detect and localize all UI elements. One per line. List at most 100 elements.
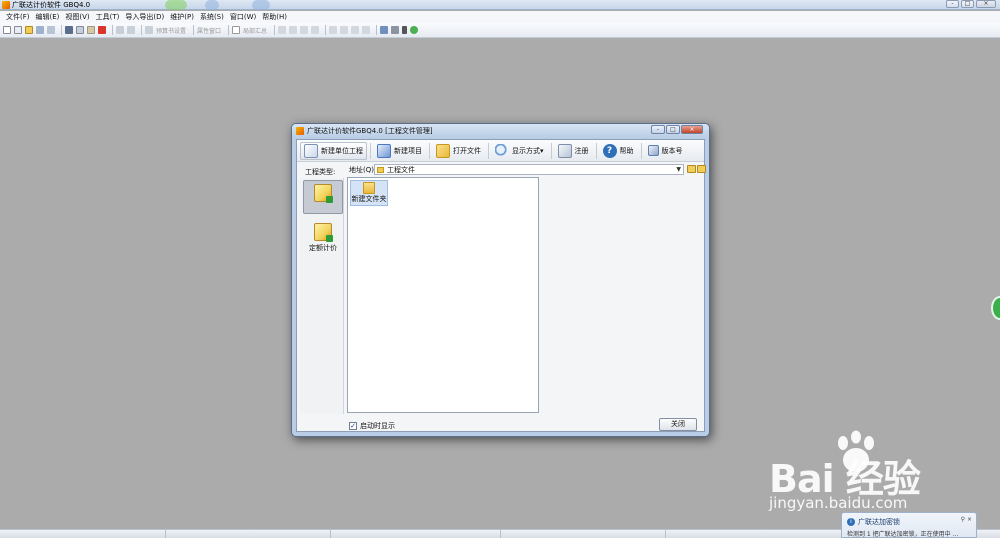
close-button[interactable]: 关闭 [659, 418, 697, 431]
help-icon: ? [602, 143, 617, 158]
dialog-toolbar-divider [429, 142, 430, 159]
open-file-label: 打开文件 [453, 146, 481, 155]
cut-icon[interactable] [65, 26, 73, 34]
dialog-logo-icon [296, 127, 304, 135]
project-type-quota-pricing[interactable]: 定额计价 [303, 220, 343, 254]
arrow-down-icon[interactable] [362, 26, 371, 34]
project-type-bill-pricing[interactable]: 清单计价 [303, 180, 343, 214]
first-icon[interactable] [278, 26, 287, 34]
partial-summary-label[interactable]: 局部汇总 [243, 26, 267, 35]
delete-icon[interactable] [98, 26, 106, 34]
version-icon [647, 145, 659, 156]
open-folder-icon [436, 143, 450, 158]
new-project-icon[interactable] [14, 26, 22, 34]
last-icon[interactable] [311, 26, 320, 34]
maximize-button[interactable]: □ [961, 0, 974, 8]
help-button[interactable]: ? 帮助 [599, 142, 638, 160]
quota-pricing-icon [314, 223, 333, 242]
window-controls: - □ × [946, 0, 996, 8]
dialog-title: 广联达计价软件GBQ4.0 [工程文件管理] [307, 127, 433, 135]
title-decoration [252, 0, 270, 10]
status-divider [500, 530, 501, 538]
next-icon[interactable] [300, 26, 309, 34]
menu-maintain[interactable]: 维护(P) [167, 12, 197, 22]
formula-icon[interactable] [391, 26, 400, 34]
show-on-startup-checkbox[interactable]: ✓ [349, 422, 357, 430]
dialog-toolbar-divider [370, 142, 371, 159]
version-button[interactable]: 版本号 [644, 142, 687, 160]
previous-icon[interactable] [289, 26, 298, 34]
toolbar-divider [376, 25, 378, 35]
menu-file[interactable]: 文件(F) [3, 12, 33, 22]
close-window-button[interactable]: × [976, 0, 996, 8]
pencil-icon [304, 143, 318, 158]
open-folder-icon[interactable] [25, 26, 33, 34]
arrow-up-icon[interactable] [351, 26, 360, 34]
menu-help[interactable]: 帮助(H) [259, 12, 290, 22]
green-ball-icon[interactable] [410, 26, 419, 34]
toolbar-divider [141, 25, 142, 35]
menu-import-export[interactable]: 导入导出(D) [122, 12, 167, 22]
app-title: 广联达计价软件 GBQ4.0 [12, 1, 91, 9]
menu-view[interactable]: 视图(V) [62, 12, 92, 22]
dialog-close-x-button[interactable]: × [681, 125, 703, 134]
dialog-toolbar-divider [640, 142, 642, 159]
new-unit-project-label: 新建单位工程 [321, 146, 363, 155]
dialog-minimize-button[interactable]: - [651, 125, 665, 134]
menu-bar: 文件(F) 编辑(E) 视图(V) 工具(T) 导入导出(D) 维护(P) 系统… [0, 11, 1000, 23]
floating-assistant-icon[interactable] [991, 296, 1000, 320]
report-icon[interactable] [380, 26, 389, 34]
up-folder-icon[interactable] [687, 165, 696, 173]
dialog-toolbar-divider [595, 142, 597, 159]
display-mode-button[interactable]: 显示方式▾ [491, 142, 548, 160]
show-on-startup: ✓ 启动时显示 [349, 421, 395, 431]
budget-settings-icon[interactable] [145, 26, 153, 34]
status-divider [165, 530, 166, 538]
menu-tools[interactable]: 工具(T) [93, 12, 123, 22]
menu-edit[interactable]: 编辑(E) [33, 12, 63, 22]
new-folder-icon[interactable] [697, 165, 706, 173]
arrow-right-icon[interactable] [340, 26, 349, 34]
new-file-icon[interactable] [3, 26, 11, 34]
file-list[interactable]: 新建文件夹 [347, 177, 539, 413]
copy-icon[interactable] [76, 26, 84, 34]
open-file-button[interactable]: 打开文件 [432, 142, 485, 160]
paragraph-icon[interactable] [402, 26, 408, 34]
save-all-icon[interactable] [47, 26, 55, 34]
minimize-button[interactable]: - [946, 0, 959, 8]
folder-icon [363, 182, 375, 194]
arrow-left-icon[interactable] [329, 26, 338, 34]
notification-title: 广联达加密锁 [858, 518, 900, 526]
address-combobox[interactable]: 工程文件 ▼ [374, 164, 684, 175]
save-icon[interactable] [36, 26, 44, 34]
folder-icon [377, 167, 384, 173]
toolbar-divider [61, 25, 62, 35]
dialog-title-bar: 广联达计价软件GBQ4.0 [工程文件管理] - □ × [292, 124, 709, 138]
menu-system[interactable]: 系统(S) [197, 12, 227, 22]
dialog-maximize-button[interactable]: □ [666, 125, 680, 134]
undo-icon[interactable] [116, 26, 124, 34]
toolbar-divider [274, 25, 276, 35]
notification-controls[interactable]: ⚲ × [961, 516, 972, 523]
main-toolbar: 预算书设置 属性窗口 局部汇总 [0, 23, 1000, 38]
toolbar-divider [193, 25, 195, 35]
register-button[interactable]: 注册 [554, 142, 593, 160]
address-label: 地址(Q): [349, 166, 377, 174]
info-icon: i [847, 518, 855, 526]
redo-icon[interactable] [127, 26, 135, 34]
paste-icon[interactable] [87, 26, 95, 34]
menu-window[interactable]: 窗口(W) [227, 12, 259, 22]
new-project-button[interactable]: 新建项目 [373, 142, 426, 160]
property-window-label[interactable]: 属性窗口 [197, 26, 221, 35]
new-unit-project-button[interactable]: 新建单位工程 [300, 141, 367, 160]
partial-summary-icon[interactable] [232, 26, 241, 34]
toolbar-divider [325, 25, 327, 35]
project-file-manager-dialog: 广联达计价软件GBQ4.0 [工程文件管理] - □ × 新建单位工程 新建项目… [291, 123, 710, 437]
dropdown-arrow-icon[interactable]: ▼ [676, 166, 681, 173]
title-decoration [205, 0, 219, 10]
budget-settings-label[interactable]: 预算书设置 [156, 26, 186, 35]
dialog-body: 新建单位工程 新建项目 打开文件 显示方式▾ 注册 ? 帮助 版本号 工程类型:… [296, 139, 706, 432]
register-icon [557, 143, 572, 158]
file-item-new-folder[interactable]: 新建文件夹 [350, 180, 388, 206]
project-icon [377, 143, 391, 158]
